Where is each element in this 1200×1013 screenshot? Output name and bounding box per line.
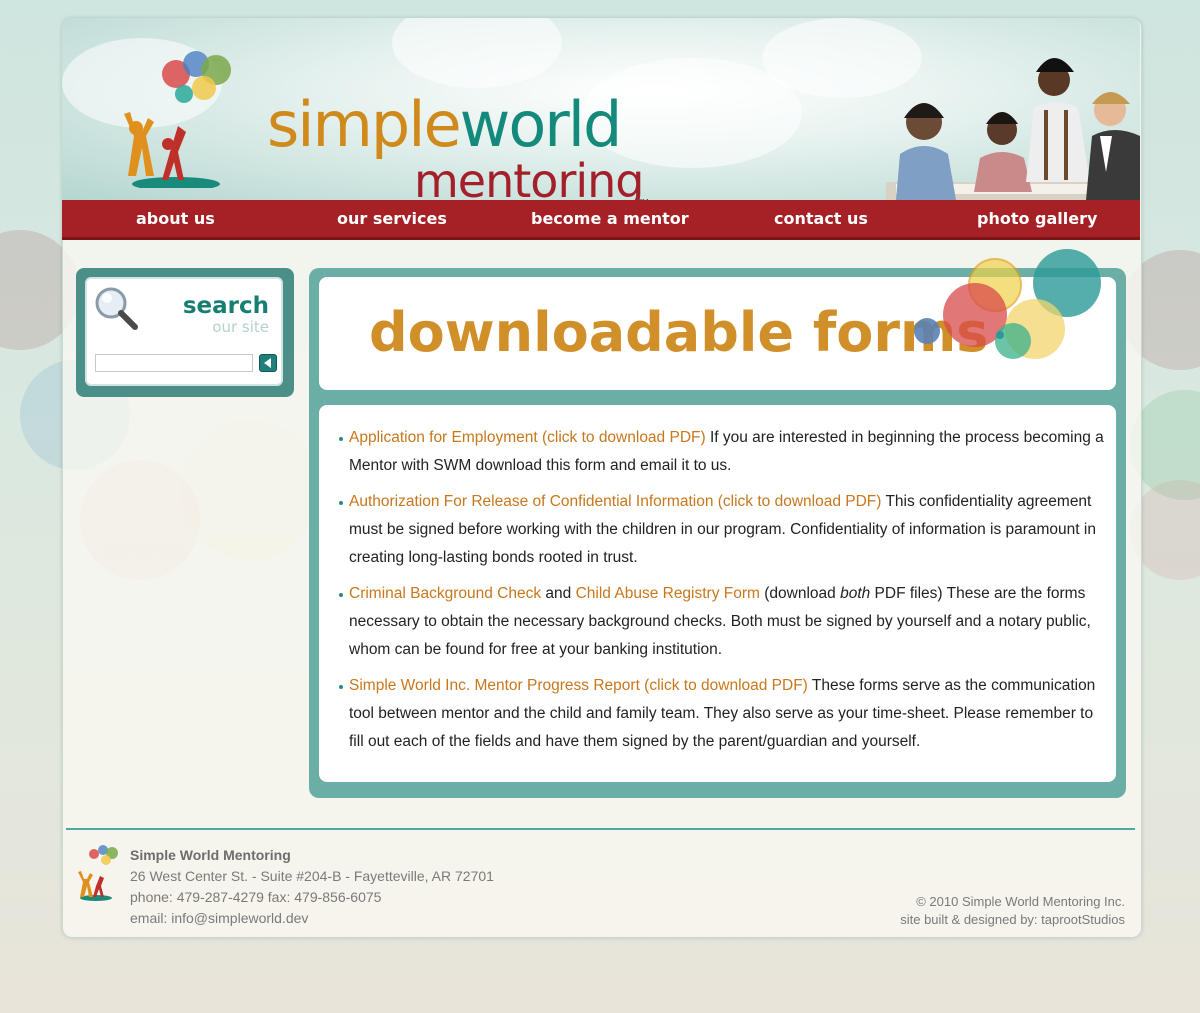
footer-logo-icon	[78, 845, 118, 901]
decorative-bubbles-icon	[914, 249, 1101, 359]
logo-text-world: world	[459, 88, 623, 161]
footer-address: 26 West Center St. - Suite #204-B - Faye…	[130, 868, 494, 884]
logo-text-mentoring: mentoring	[414, 154, 644, 200]
main-nav: about us our services become a mentor co…	[62, 200, 1140, 240]
search-go-button[interactable]	[259, 354, 277, 372]
logo-figures-icon	[124, 51, 231, 188]
child-abuse-registry-link[interactable]: Child Abuse Registry Form	[576, 585, 760, 602]
logo-text-simpleworld: simpleworld	[267, 94, 622, 156]
search-panel-inner: search our site	[85, 277, 283, 386]
form-description-prefix: (download	[759, 585, 841, 602]
page-title: downloadable forms	[369, 301, 989, 364]
nav-become-a-mentor[interactable]: become a mentor	[531, 209, 689, 228]
footer-divider	[66, 828, 1135, 830]
list-item: Authorization For Release of Confidentia…	[339, 488, 1106, 572]
list-item: Application for Employment (click to dow…	[339, 424, 1106, 480]
form-connector-text: and	[541, 585, 576, 602]
footer-phone: phone: 479-287-4279 fax: 479-856-6075	[130, 889, 382, 905]
footer-site-credit: site built & designed by: taprootStudios	[900, 912, 1125, 927]
bullet-icon	[339, 685, 343, 689]
site-header: simpleworld mentoring TM	[62, 18, 1140, 200]
form-description-italic: both	[840, 585, 871, 602]
nav-our-services[interactable]: our services	[337, 209, 447, 228]
magnifier-icon	[95, 287, 138, 330]
footer-contact-info: Simple World Mentoring 26 West Center St…	[130, 845, 494, 929]
footer-email: email: info@simpleworld.dev	[130, 910, 309, 926]
bullet-icon	[339, 437, 343, 441]
logo-text-simple: simple	[267, 88, 462, 161]
bullet-icon	[339, 501, 343, 505]
footer-org-name: Simple World Mentoring	[130, 847, 291, 863]
forms-list: Application for Employment (click to dow…	[339, 424, 1106, 764]
search-subtitle: our site	[212, 318, 269, 336]
bullet-icon	[339, 593, 343, 597]
authorization-release-link[interactable]: Authorization For Release of Confidentia…	[349, 493, 881, 510]
nav-photo-gallery[interactable]: photo gallery	[977, 209, 1097, 228]
search-input[interactable]	[95, 354, 253, 372]
mentor-progress-report-link[interactable]: Simple World Inc. Mentor Progress Report…	[349, 677, 808, 694]
search-panel: search our site	[76, 268, 294, 397]
application-for-employment-link[interactable]: Application for Employment (click to dow…	[349, 429, 706, 446]
header-cloud	[392, 18, 562, 88]
mentors-photo	[886, 58, 1140, 200]
search-title: search	[182, 293, 269, 319]
footer-credits: © 2010 Simple World Mentoring Inc. site …	[900, 893, 1125, 929]
list-item: Simple World Inc. Mentor Progress Report…	[339, 672, 1106, 756]
forms-panel: Application for Employment (click to dow…	[319, 405, 1116, 782]
nav-contact-us[interactable]: contact us	[774, 209, 868, 228]
nav-about-us[interactable]: about us	[136, 209, 215, 228]
criminal-background-check-link[interactable]: Criminal Background Check	[349, 585, 541, 602]
footer-copyright: © 2010 Simple World Mentoring Inc.	[916, 894, 1125, 909]
list-item: Criminal Background Check and Child Abus…	[339, 580, 1106, 664]
